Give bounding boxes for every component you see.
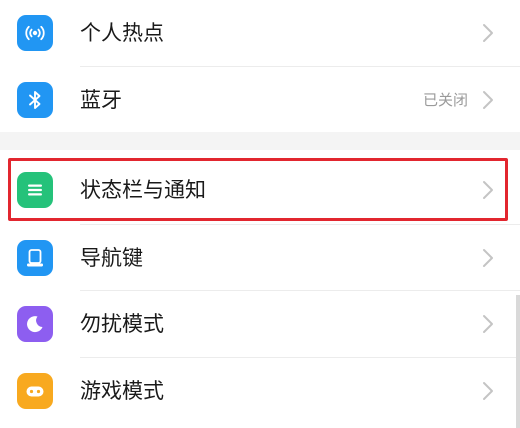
chevron-right-icon [483,181,493,199]
setting-row-do-not-disturb[interactable]: 勿扰模式 [0,291,520,357]
setting-label-navigation-keys: 导航键 [80,246,143,270]
setting-row-status-bar-notifications[interactable]: 状态栏与通知 [0,157,520,223]
game-mode-icon [17,373,53,409]
setting-row-hotspot[interactable]: 个人热点 [0,0,520,66]
bluetooth-status: 已关闭 [422,91,468,109]
bluetooth-icon [17,82,53,118]
chevron-right-icon [483,315,493,333]
chevron-right-icon [483,91,493,109]
setting-row-game-mode[interactable]: 游戏模式 [0,358,520,424]
setting-label-hotspot: 个人热点 [80,21,164,45]
settings-group-connectivity: 个人热点 蓝牙 已关闭 [0,0,520,132]
setting-label-bluetooth: 蓝牙 [80,88,122,112]
navigation-key-icon [17,240,53,276]
scrollbar[interactable] [516,295,520,428]
hotspot-icon [17,15,53,51]
chevron-right-icon [483,382,493,400]
chevron-right-icon [483,249,493,267]
setting-label-do-not-disturb: 勿扰模式 [80,312,164,336]
setting-row-bluetooth[interactable]: 蓝牙 已关闭 [0,67,520,133]
status-bar-icon [17,172,53,208]
setting-label-status-bar-notifications: 状态栏与通知 [80,178,206,202]
settings-group-display: 状态栏与通知 导航键 勿扰模式 游戏模式 [0,150,520,428]
chevron-right-icon [483,24,493,42]
setting-row-navigation-keys[interactable]: 导航键 [0,225,520,291]
setting-label-game-mode: 游戏模式 [80,379,164,403]
do-not-disturb-icon [17,306,53,342]
